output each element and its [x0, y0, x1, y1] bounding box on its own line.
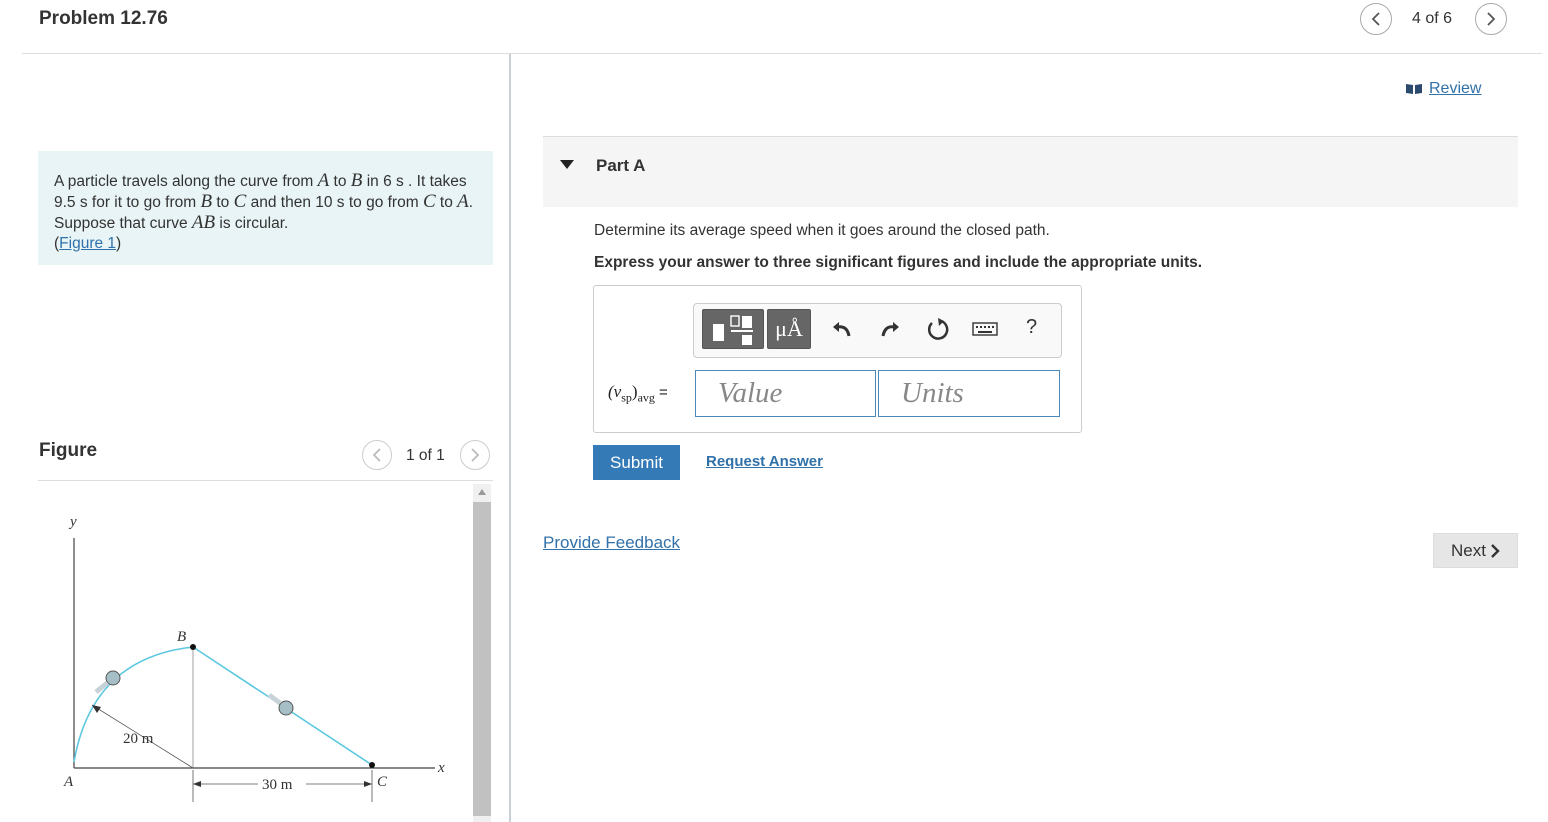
header: Problem 12.76 4 of 6 — [0, 0, 1548, 54]
radius-label: 20 m — [123, 731, 154, 747]
undo-icon — [833, 322, 851, 337]
motion-trail — [267, 692, 282, 706]
problem-statement: A particle travels along the curve from … — [38, 151, 493, 265]
math-C: C — [233, 191, 247, 212]
question-instructions: Express your answer to three significant… — [594, 254, 1203, 271]
motion-trail — [94, 681, 109, 694]
redo-icon — [881, 322, 899, 337]
math-AB: AB — [191, 212, 216, 233]
part-title: Part A — [596, 156, 646, 175]
problem-text: to — [435, 194, 458, 211]
request-answer-link[interactable]: Request Answer — [706, 453, 823, 470]
figure-title: Figure — [39, 440, 98, 461]
var-sub-avg: avg — [637, 390, 655, 405]
previous-figure-button[interactable] — [362, 440, 392, 470]
problem-pager: 4 of 6 — [1412, 10, 1453, 27]
paren-close: ) — [116, 235, 122, 252]
dim-arrow-right — [364, 781, 372, 787]
var-main: (v — [608, 382, 622, 401]
variable-label: (vsp)avg = — [608, 382, 668, 405]
chevron-left-icon — [1371, 12, 1380, 26]
width-label: 30 m — [262, 777, 293, 793]
caret-down-icon[interactable] — [560, 160, 574, 169]
math-B: B — [350, 170, 363, 191]
reset-icon — [927, 318, 949, 340]
units-button[interactable]: μÅ — [767, 309, 811, 349]
problem-text: A particle travels along the curve from — [54, 173, 318, 190]
problem-title: Problem 12.76 — [39, 8, 168, 29]
templates-button[interactable] — [702, 309, 764, 349]
submit-button[interactable]: Submit — [593, 445, 680, 480]
review-label: Review — [1429, 80, 1482, 97]
particle-on-line — [278, 700, 294, 716]
next-button[interactable]: Next — [1433, 533, 1518, 568]
figure-scrollbar-thumb[interactable] — [473, 502, 491, 816]
chevron-right-icon — [1491, 543, 1500, 558]
units-input[interactable]: Units — [878, 370, 1060, 417]
undo-button[interactable] — [829, 316, 855, 342]
point-c — [369, 762, 375, 768]
scroll-up-button[interactable] — [473, 484, 491, 500]
math-A: A — [457, 191, 469, 212]
figure-diagram: y x 20 m B A C 30 m — [63, 514, 445, 802]
math-A: A — [317, 170, 330, 191]
review-link[interactable]: Review — [1405, 80, 1481, 98]
provide-feedback-link[interactable]: Provide Feedback — [543, 533, 680, 553]
value-input[interactable]: Value — [695, 370, 876, 417]
figure-link[interactable]: Figure 1 — [59, 235, 116, 252]
redo-button[interactable] — [877, 316, 903, 342]
figure-pager: 1 of 1 — [406, 447, 445, 464]
dim-arrow-left — [193, 781, 201, 787]
label-c: C — [377, 774, 388, 790]
previous-problem-button[interactable] — [1360, 3, 1392, 35]
x-axis-label: x — [437, 760, 445, 776]
keyboard-icon — [972, 322, 998, 336]
triangle-up-icon — [478, 489, 486, 495]
chevron-right-icon — [471, 448, 480, 462]
point-b — [190, 644, 196, 650]
var-eq: = — [654, 384, 668, 401]
problem-text: to — [329, 173, 351, 190]
label-b: B — [177, 629, 186, 645]
particle-on-arc — [105, 670, 121, 686]
math-C: C — [422, 191, 436, 212]
help-button[interactable]: ? — [1026, 316, 1037, 339]
problem-text: to — [212, 194, 234, 211]
question-text: Determine its average speed when it goes… — [594, 222, 1050, 239]
header-divider — [22, 53, 1542, 54]
problem-text: is circular. — [215, 215, 289, 232]
figure-divider — [38, 480, 493, 481]
var-sub: sp — [621, 390, 632, 405]
radius-arrowhead — [92, 705, 101, 713]
next-figure-button[interactable] — [460, 440, 490, 470]
math-B: B — [200, 191, 213, 212]
next-label: Next — [1451, 540, 1486, 560]
problem-text: and then 10 s to go from — [246, 194, 423, 211]
label-a: A — [63, 774, 74, 790]
part-a-header[interactable] — [543, 137, 1518, 207]
reset-button[interactable] — [925, 316, 951, 342]
book-icon — [1406, 84, 1422, 94]
next-problem-button[interactable] — [1475, 3, 1507, 35]
templates-icon — [713, 315, 753, 345]
chevron-left-icon — [372, 448, 381, 462]
keyboard-button[interactable] — [971, 316, 999, 342]
chevron-right-icon — [1487, 12, 1496, 26]
y-axis-label: y — [68, 514, 77, 530]
panel-divider[interactable] — [509, 54, 511, 822]
